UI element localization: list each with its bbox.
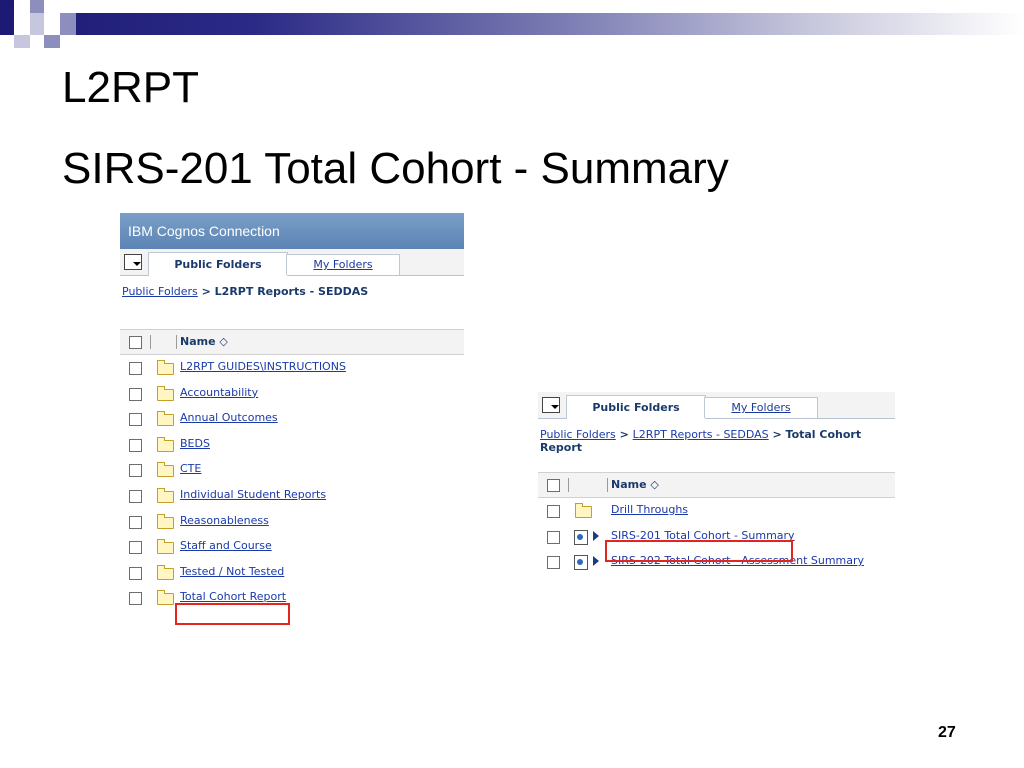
folder-icon [157, 462, 174, 478]
tab-public-folders[interactable]: Public Folders [566, 395, 706, 419]
deco-square [60, 13, 76, 35]
breadcrumb-current: L2RPT Reports - SEDDAS [214, 285, 369, 298]
row-checkbox[interactable] [129, 592, 142, 606]
deco-square [14, 0, 30, 13]
highlight-box-sirs-201 [605, 540, 793, 562]
breadcrumb-public-folders-link[interactable]: Public Folders [540, 428, 616, 441]
row-checkbox[interactable] [129, 362, 142, 375]
list-header: Name ◇ [120, 329, 464, 355]
tab-public-folders[interactable]: Public Folders [148, 252, 288, 276]
folder-link[interactable]: L2RPT GUIDES\INSTRUCTIONS [180, 360, 346, 373]
breadcrumb: Public Folders > L2RPT Reports - SEDDAS … [538, 419, 895, 472]
tab-bar: Public Folders My Folders [538, 392, 895, 419]
list-item: Total Cohort Report [120, 585, 464, 611]
row-checkbox[interactable] [129, 464, 142, 478]
folder-link[interactable]: Individual Student Reports [180, 488, 326, 501]
select-all-checkbox[interactable] [129, 336, 142, 349]
tab-my-folders[interactable]: My Folders [704, 397, 818, 418]
list-item: Reasonableness [120, 509, 464, 535]
row-checkbox[interactable] [129, 566, 142, 580]
list-item: L2RPT GUIDES\INSTRUCTIONS [120, 355, 464, 381]
name-column-header[interactable]: Name ◇ [180, 335, 228, 348]
select-all-checkbox[interactable] [547, 479, 560, 492]
top-decorative-band [0, 13, 1024, 35]
folder-icon [157, 590, 174, 606]
list-item: Annual Outcomes [120, 406, 464, 432]
folder-options-icon[interactable] [542, 397, 560, 413]
column-separator [607, 478, 608, 492]
row-checkbox[interactable] [129, 438, 142, 452]
deco-square [14, 13, 30, 35]
folder-link[interactable]: CTE [180, 462, 201, 475]
row-checkbox[interactable] [547, 505, 560, 518]
column-separator [150, 335, 151, 349]
row-checkbox[interactable] [129, 387, 142, 401]
deco-square [44, 13, 60, 35]
row-checkbox[interactable] [547, 556, 560, 570]
row-checkbox[interactable] [129, 515, 142, 529]
folder-icon [157, 360, 174, 375]
column-separator [176, 335, 177, 349]
folder-link[interactable]: Staff and Course [180, 539, 272, 552]
folder-link[interactable]: BEDS [180, 437, 210, 450]
folder-link[interactable]: Tested / Not Tested [180, 565, 284, 578]
report-icon [574, 555, 588, 571]
run-arrow-icon[interactable] [593, 530, 599, 541]
row-checkbox[interactable] [129, 541, 142, 555]
highlight-box-total-cohort [175, 603, 290, 625]
cognos-screenshot-folders: IBM Cognos Connection Public Folders My … [120, 213, 464, 628]
folder-link[interactable]: Drill Throughs [611, 503, 688, 516]
breadcrumb-separator: > [615, 428, 633, 441]
report-icon [574, 529, 588, 545]
deco-square [14, 35, 30, 48]
breadcrumb-separator: > [197, 285, 215, 298]
list-item: Accountability [120, 381, 464, 407]
list-item: Tested / Not Tested [120, 560, 464, 586]
folder-link[interactable]: Total Cohort Report [180, 590, 286, 603]
folder-icon [157, 513, 174, 529]
folder-icon [157, 436, 174, 452]
folder-icon [157, 487, 174, 503]
row-checkbox[interactable] [129, 489, 142, 503]
slide-title: L2RPT [62, 63, 199, 112]
list-item: BEDS [120, 432, 464, 458]
folder-options-icon[interactable] [124, 254, 142, 270]
breadcrumb-separator: > [768, 428, 786, 441]
folder-link[interactable]: Annual Outcomes [180, 411, 278, 424]
deco-square [0, 0, 14, 13]
folder-icon [157, 564, 174, 580]
folder-link[interactable]: Accountability [180, 386, 258, 399]
deco-square [44, 0, 60, 13]
app-title-bar: IBM Cognos Connection [120, 213, 464, 249]
run-arrow-icon[interactable] [593, 556, 599, 567]
page-number: 27 [938, 724, 956, 741]
folder-icon [575, 503, 592, 518]
breadcrumb-l2rpt-reports-link[interactable]: L2RPT Reports - SEDDAS [633, 428, 769, 441]
cognos-screenshot-reports: Public Folders My Folders Public Folders… [538, 392, 895, 602]
list-item: Individual Student Reports [120, 483, 464, 509]
deco-square [30, 13, 44, 35]
list-item: Drill Throughs [538, 498, 895, 524]
deco-square [30, 0, 44, 13]
folder-icon [157, 385, 174, 401]
tab-my-folders[interactable]: My Folders [286, 254, 400, 275]
list-item: Staff and Course [120, 534, 464, 560]
name-column-header[interactable]: Name ◇ [611, 478, 659, 491]
row-checkbox[interactable] [547, 530, 560, 544]
tab-bar: Public Folders My Folders [120, 249, 464, 276]
breadcrumb-public-folders-link[interactable]: Public Folders [122, 285, 198, 298]
folder-icon [157, 411, 174, 427]
folder-link[interactable]: Reasonableness [180, 514, 269, 527]
report-list: Drill Throughs SIRS-201 Total Cohort - S… [538, 498, 895, 575]
row-checkbox[interactable] [129, 413, 142, 427]
deco-square [44, 35, 60, 48]
column-separator [568, 478, 569, 492]
slide-subtitle: SIRS-201 Total Cohort - Summary [62, 144, 729, 193]
list-header: Name ◇ [538, 472, 895, 498]
folder-icon [157, 539, 174, 555]
folder-list: L2RPT GUIDES\INSTRUCTIONS Accountability… [120, 355, 464, 611]
list-item: CTE [120, 457, 464, 483]
breadcrumb: Public Folders > L2RPT Reports - SEDDAS [120, 276, 464, 329]
